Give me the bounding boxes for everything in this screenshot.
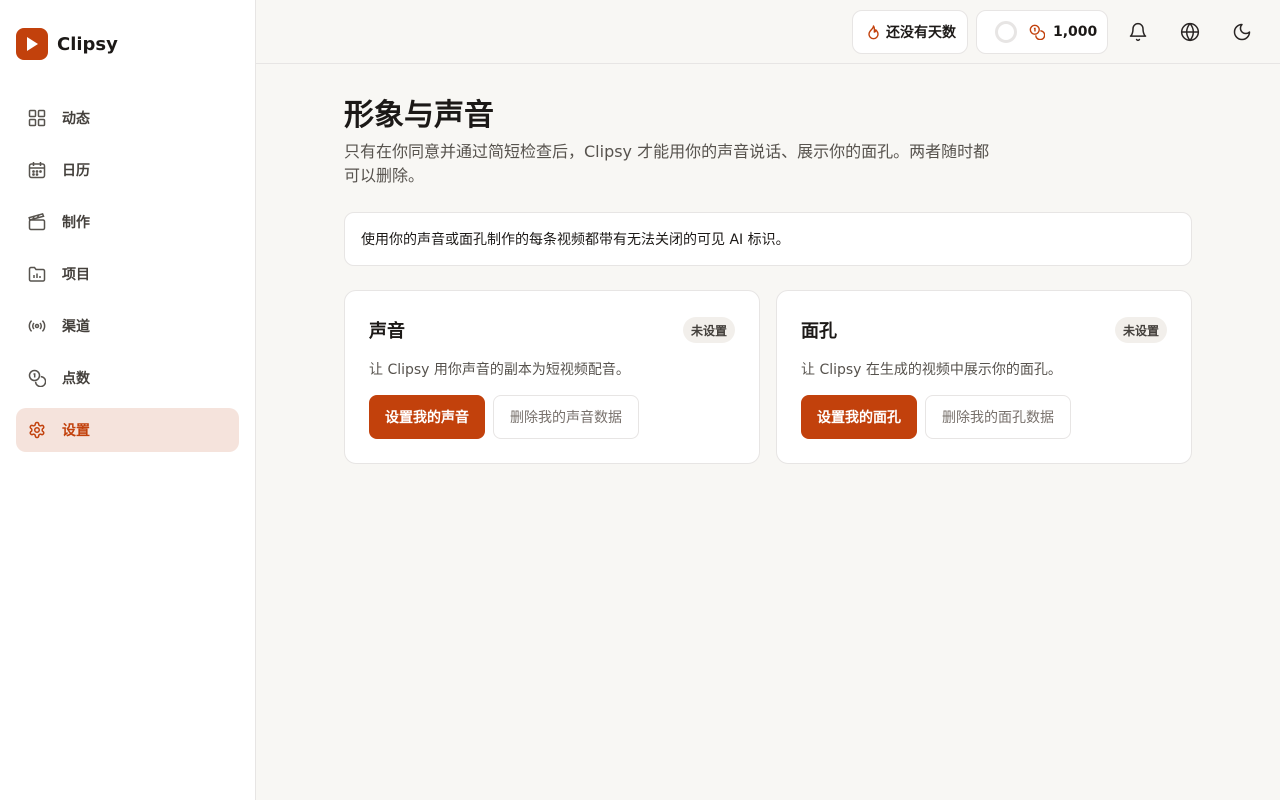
face-card-title: 面孔 [801,321,837,342]
sidebar-item-label: 渠道 [62,319,90,335]
sidebar-item-credits[interactable]: 点数 [16,356,239,400]
sidebar-item-feed[interactable]: 动态 [16,96,239,140]
grid-icon [28,109,46,127]
sidebar-item-label: 点数 [62,371,90,387]
main-content: 形象与声音 只有在你同意并通过简短检查后，Clipsy 才能用你的声音说话、展示… [344,96,1192,464]
sidebar-item-settings[interactable]: 设置 [16,408,239,452]
flame-icon [867,24,880,40]
broadcast-icon [28,317,46,335]
face-status-badge: 未设置 [1114,317,1167,343]
sidebar-nav: 动态 日历 制作 项目 渠道 点数 设置 [16,96,239,460]
sidebar-item-label: 设置 [62,423,90,439]
delete-voice-data-button[interactable]: 删除我的声音数据 [493,395,639,439]
sidebar-item-projects[interactable]: 项目 [16,252,239,296]
streak-label: 还没有天数 [886,25,956,41]
folder-chart-icon [28,265,46,283]
face-card-description: 让 Clipsy 在生成的视频中展示你的面孔。 [801,362,1062,378]
face-card: 面孔 未设置 让 Clipsy 在生成的视频中展示你的面孔。 设置我的面孔 删除… [776,290,1192,464]
sidebar-item-label: 制作 [62,215,90,231]
moon-icon[interactable] [1230,20,1254,44]
sidebar-item-label: 日历 [62,163,90,179]
clapperboard-icon [28,213,46,231]
voice-card-title: 声音 [369,321,405,342]
sidebar-item-channels[interactable]: 渠道 [16,304,239,348]
delete-face-data-button[interactable]: 删除我的面孔数据 [925,395,1071,439]
calendar-icon [28,161,46,179]
page-title: 形象与声音 [344,98,494,133]
sidebar-item-calendar[interactable]: 日历 [16,148,239,192]
notice-text: 使用你的声音或面孔制作的每条视频都带有无法关闭的可见 AI 标识。 [361,232,790,248]
brand-name: Clipsy [57,33,118,55]
setup-voice-button[interactable]: 设置我的声音 [369,395,485,439]
credits-progress-ring [995,21,1017,43]
bell-icon[interactable] [1126,20,1150,44]
sidebar-item-label: 动态 [62,111,90,127]
gear-icon [28,421,46,439]
sidebar-item-create[interactable]: 制作 [16,200,239,244]
sidebar: Clipsy 动态 日历 制作 项目 渠道 点数 设置 [0,0,256,800]
streak-button[interactable]: 还没有天数 [852,10,968,54]
voice-card-description: 让 Clipsy 用你声音的副本为短视频配音。 [369,362,630,378]
coins-icon [28,369,46,387]
sidebar-item-label: 项目 [62,267,90,283]
ai-label-notice: 使用你的声音或面孔制作的每条视频都带有无法关闭的可见 AI 标识。 [344,212,1192,266]
globe-icon[interactable] [1178,20,1202,44]
brand[interactable]: Clipsy [16,28,118,60]
coins-icon [1029,24,1045,40]
page-description: 只有在你同意并通过简短检查后，Clipsy 才能用你的声音说话、展示你的面孔。两… [344,142,990,185]
top-bar: 还没有天数 1,000 [256,0,1280,64]
voice-status-badge: 未设置 [682,317,735,343]
credits-button[interactable]: 1,000 [976,10,1108,54]
voice-card: 声音 未设置 让 Clipsy 用你声音的副本为短视频配音。 设置我的声音 删除… [344,290,760,464]
credits-value: 1,000 [1053,24,1098,40]
play-logo-icon [16,28,48,60]
setup-face-button[interactable]: 设置我的面孔 [801,395,917,439]
